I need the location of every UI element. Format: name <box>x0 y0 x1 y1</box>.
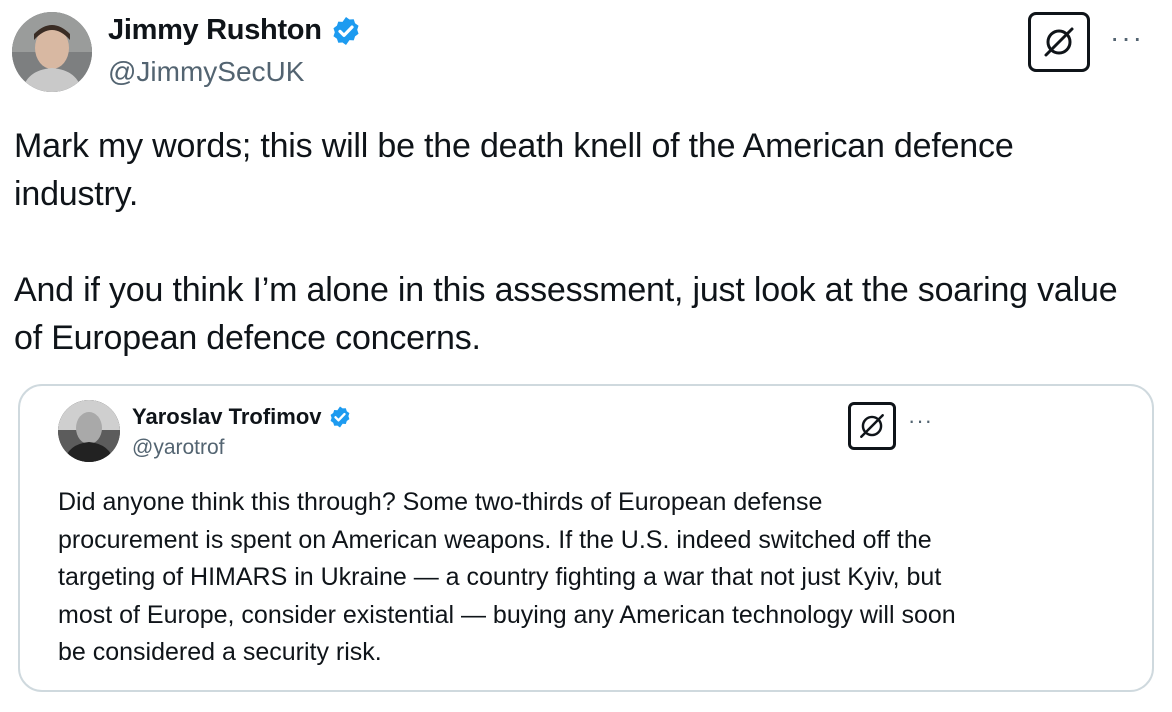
grok-button[interactable] <box>1028 12 1090 72</box>
author-avatar[interactable] <box>12 12 92 92</box>
grok-icon <box>860 414 884 438</box>
quoted-author-avatar[interactable] <box>58 400 120 462</box>
quoted-tweet[interactable]: Yaroslav Trofimov @yarotrof ··· Did anyo… <box>18 384 1154 692</box>
author-handle[interactable]: @JimmySecUK <box>108 56 304 88</box>
tweet: Jimmy Rushton @JimmySecUK ··· Mark my wo… <box>0 0 1172 712</box>
tweet-text: Mark my words; this will be the death kn… <box>14 122 1144 362</box>
quoted-grok-button[interactable] <box>848 402 896 450</box>
more-options-button[interactable]: ··· <box>1110 22 1144 54</box>
author-name-text[interactable]: Jimmy Rushton <box>108 14 322 47</box>
tweet-paragraph: And if you think I’m alone in this asses… <box>14 271 1118 357</box>
tweet-paragraph: Mark my words; this will be the death kn… <box>14 127 1014 213</box>
quoted-author-handle[interactable]: @yarotrof <box>132 436 225 460</box>
quoted-tweet-text: Did anyone think this through? Some two-… <box>58 488 956 666</box>
quoted-author-name-text[interactable]: Yaroslav Trofimov <box>132 404 322 430</box>
quoted-more-options-button[interactable]: ··· <box>908 408 933 434</box>
verified-badge-icon <box>333 16 359 45</box>
author-name[interactable]: Jimmy Rushton <box>108 14 362 47</box>
quoted-author-name[interactable]: Yaroslav Trofimov <box>132 404 352 430</box>
verified-badge-icon <box>330 406 349 428</box>
grok-icon <box>1044 27 1074 57</box>
